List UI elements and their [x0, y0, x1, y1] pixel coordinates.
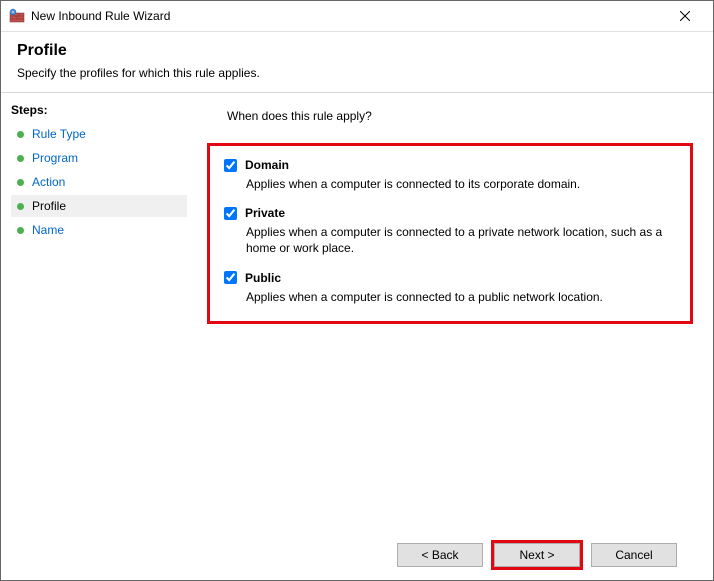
back-button[interactable]: < Back — [397, 543, 483, 567]
option-label: Domain — [245, 158, 289, 172]
next-button[interactable]: Next > — [494, 543, 580, 567]
step-label: Program — [32, 151, 78, 165]
option-label-row[interactable]: Domain — [224, 158, 676, 172]
question-text: When does this rule apply? — [227, 109, 693, 123]
page-subtitle: Specify the profiles for which this rule… — [17, 66, 697, 80]
option-description: Applies when a computer is connected to … — [246, 176, 676, 192]
steps-sidebar: Steps: Rule Type Program Action Profile Name — [1, 93, 187, 580]
steps-label: Steps: — [11, 103, 187, 117]
firewall-icon — [9, 8, 25, 24]
step-label: Rule Type — [32, 127, 86, 141]
option-label-row[interactable]: Private — [224, 206, 676, 220]
option-label-row[interactable]: Public — [224, 271, 676, 285]
profile-option-domain: Domain Applies when a computer is connect… — [224, 158, 676, 192]
wizard-footer: < Back Next > Cancel — [207, 530, 693, 580]
step-label: Profile — [32, 199, 66, 213]
close-icon — [680, 11, 690, 21]
profile-option-private: Private Applies when a computer is connec… — [224, 206, 676, 256]
step-bullet-icon — [17, 227, 24, 234]
close-button[interactable] — [665, 1, 705, 31]
step-bullet-icon — [17, 155, 24, 162]
step-item-action[interactable]: Action — [11, 171, 187, 193]
step-bullet-icon — [17, 131, 24, 138]
cancel-button[interactable]: Cancel — [591, 543, 677, 567]
step-label: Action — [32, 175, 65, 189]
next-button-highlighted: Next > — [491, 540, 583, 570]
public-checkbox[interactable] — [224, 271, 237, 284]
wizard-body: Steps: Rule Type Program Action Profile Name… — [1, 93, 713, 580]
private-checkbox[interactable] — [224, 207, 237, 220]
domain-checkbox[interactable] — [224, 159, 237, 172]
profile-option-public: Public Applies when a computer is connect… — [224, 271, 676, 305]
titlebar: New Inbound Rule Wizard — [1, 1, 713, 32]
option-label: Public — [245, 271, 281, 285]
step-bullet-icon — [17, 179, 24, 186]
step-item-rule-type[interactable]: Rule Type — [11, 123, 187, 145]
step-label: Name — [32, 223, 64, 237]
step-item-profile[interactable]: Profile — [11, 195, 187, 217]
option-description: Applies when a computer is connected to … — [246, 289, 676, 305]
content-pane: When does this rule apply? Domain Applies… — [187, 93, 713, 580]
profile-options-highlighted: Domain Applies when a computer is connect… — [207, 143, 693, 324]
wizard-header: Profile Specify the profiles for which t… — [1, 32, 713, 93]
page-title: Profile — [17, 42, 697, 60]
step-bullet-icon — [17, 203, 24, 210]
step-item-program[interactable]: Program — [11, 147, 187, 169]
wizard-window: New Inbound Rule Wizard Profile Specify … — [0, 0, 714, 581]
option-label: Private — [245, 206, 285, 220]
option-description: Applies when a computer is connected to … — [246, 224, 676, 256]
window-title: New Inbound Rule Wizard — [31, 9, 665, 23]
step-item-name[interactable]: Name — [11, 219, 187, 241]
